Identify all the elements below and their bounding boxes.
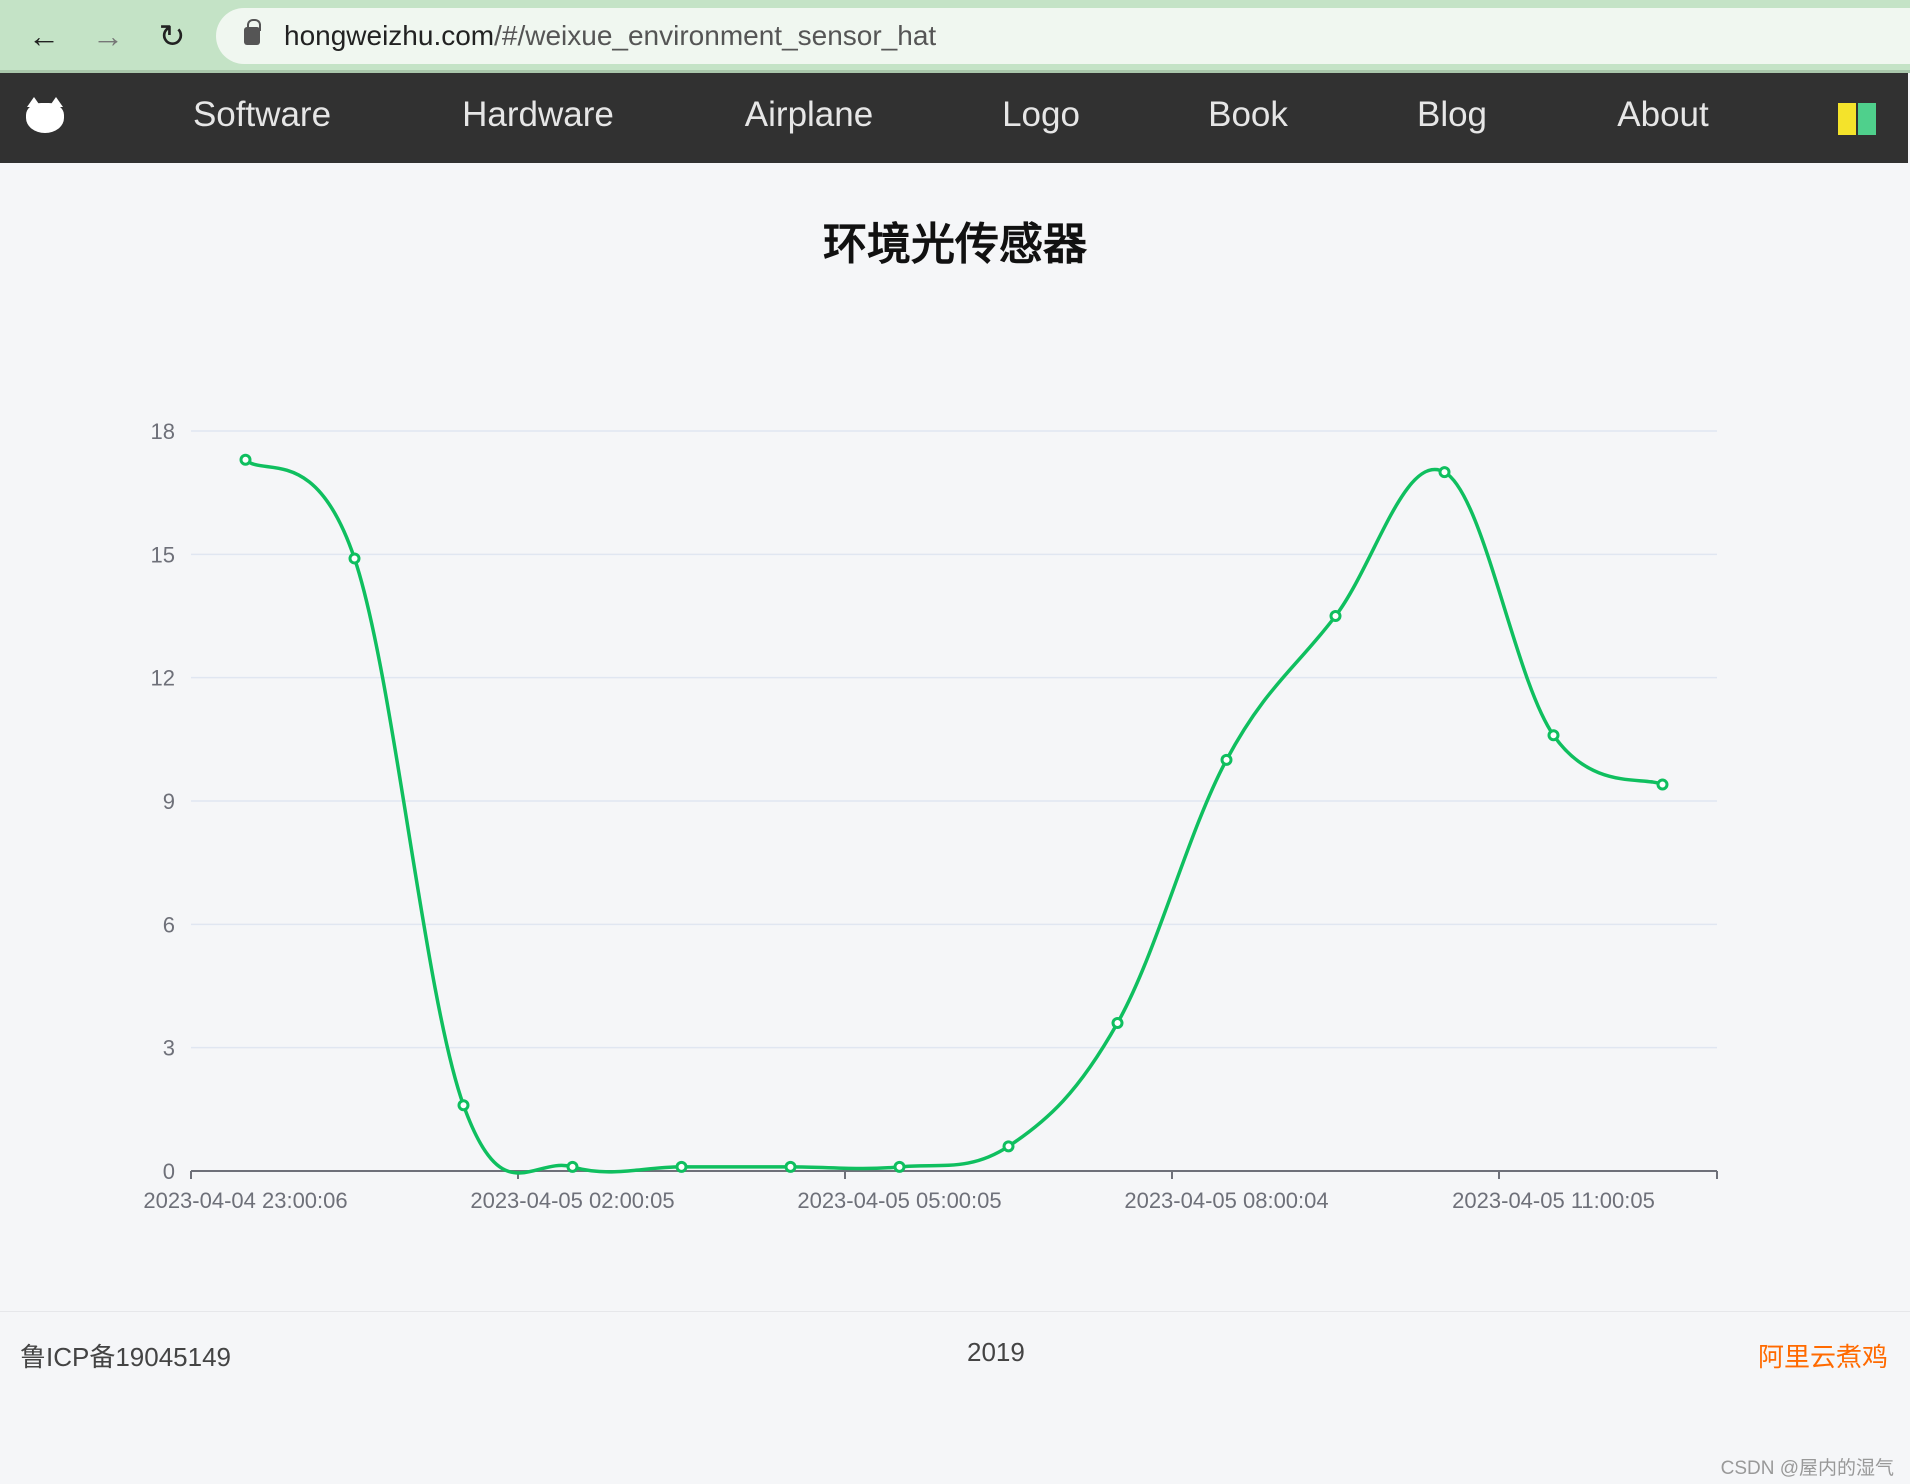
icp-text[interactable]: 鲁ICP备19045149: [20, 1337, 231, 1374]
y-tick-label: 0: [163, 1159, 175, 1184]
data-point: [1547, 729, 1560, 742]
footer-divider: [0, 1311, 1910, 1312]
data-point: [566, 1160, 579, 1173]
light-sensor-chart: 0 3 6 9 12 15 18 2023-04-04 23:00:06 2023-04-05 …: [143, 419, 1718, 1213]
data-point: [1438, 466, 1451, 479]
y-tick-label: 3: [163, 1036, 175, 1061]
y-tick-label: 9: [163, 789, 175, 814]
data-point: [1329, 610, 1342, 622]
aliyun-link[interactable]: 阿里云煮鸡: [1758, 1337, 1888, 1374]
data-point: [348, 552, 361, 565]
footer-year: 2019: [967, 1337, 1025, 1367]
y-tick-label: 18: [151, 419, 175, 444]
x-tick-label: 2023-04-05 11:00:05: [1452, 1188, 1655, 1213]
data-point: [239, 453, 252, 466]
y-tick-label: 15: [151, 542, 175, 567]
data-point: [893, 1160, 906, 1173]
y-tick-label: 12: [151, 666, 175, 691]
series-line: [244, 458, 1664, 1175]
data-point: [1002, 1140, 1015, 1153]
data-point: [675, 1160, 688, 1173]
x-tick-label: 2023-04-05 08:00:04: [1124, 1188, 1328, 1213]
data-point: [1656, 778, 1669, 791]
data-point: [1111, 1017, 1124, 1029]
y-tick-label: 6: [163, 912, 175, 937]
x-tick-label: 2023-04-04 23:00:06: [143, 1188, 347, 1213]
data-point: [784, 1160, 797, 1173]
x-tick-label: 2023-04-05 02:00:05: [470, 1188, 674, 1213]
watermark: CSDN @屋内的湿气: [1720, 1458, 1894, 1479]
x-tick-label: 2023-04-05 05:00:05: [797, 1188, 1001, 1213]
data-point: [457, 1099, 470, 1112]
data-point: [1220, 753, 1233, 766]
